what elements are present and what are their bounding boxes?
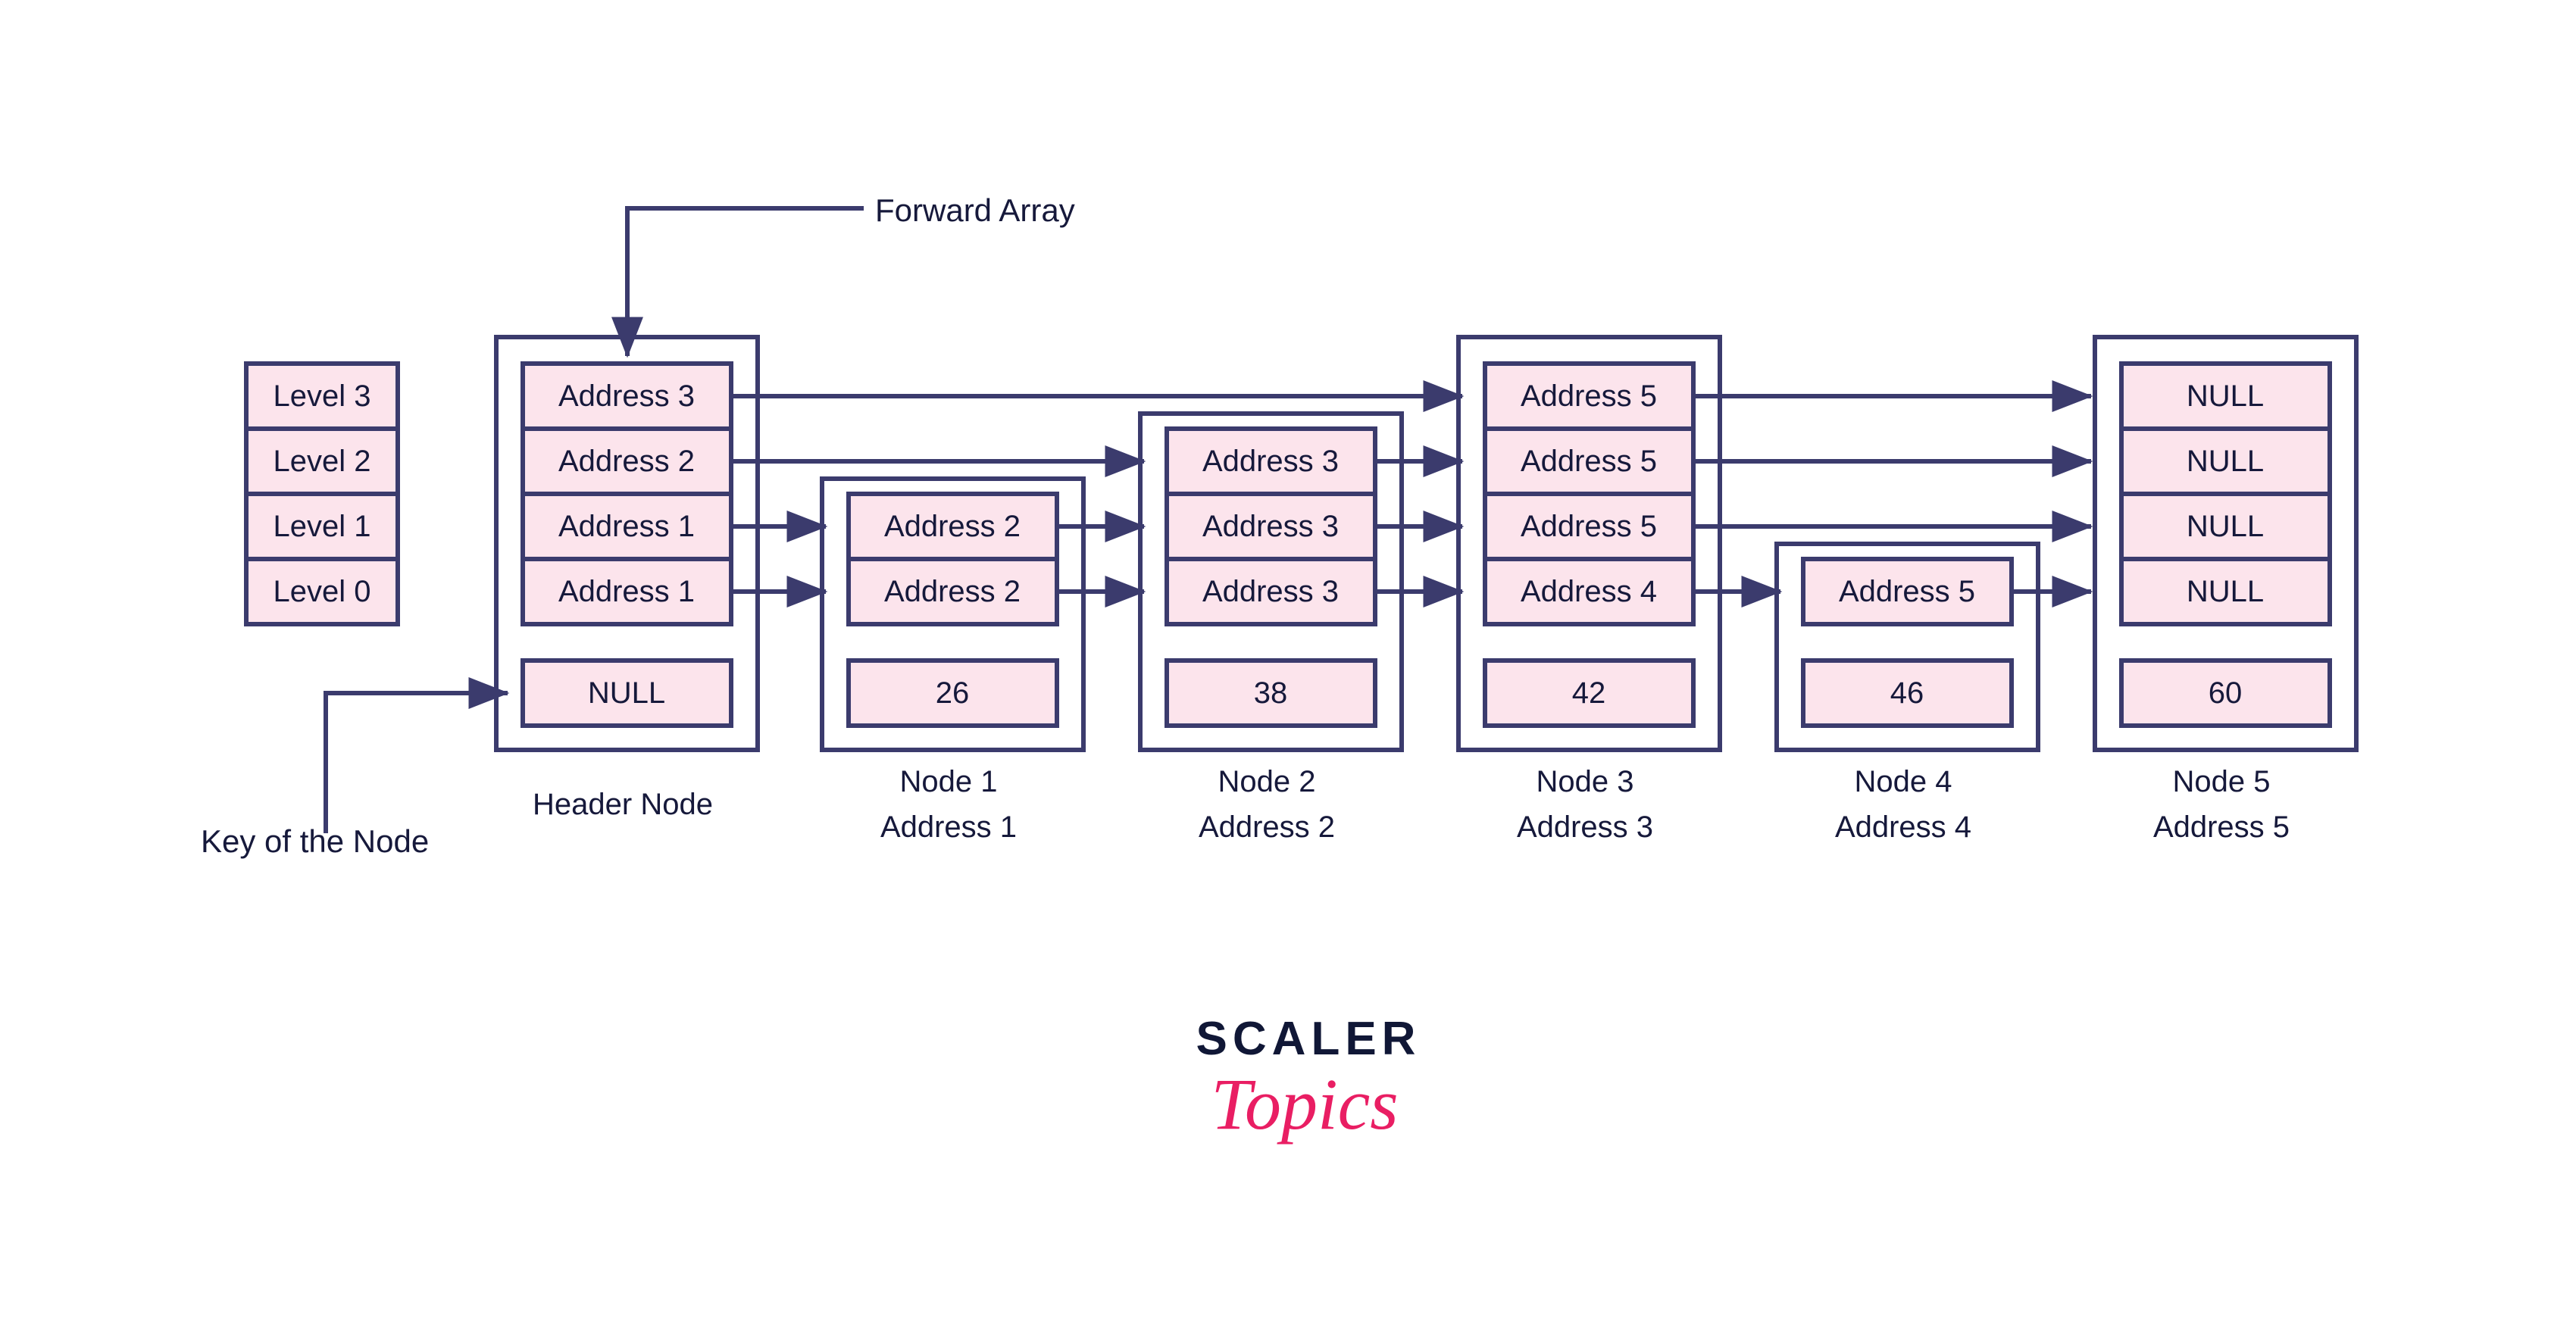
node-header[interactable]: Address 3 Address 2 Address 1 Address 1 …: [494, 335, 760, 821]
logo-topics-text: Topics: [1211, 1063, 1398, 1145]
header-pointer-text-0: Address 1: [558, 575, 695, 608]
skip-list-diagram: Level 3 Level 2 Level 1 Level 0 Forward …: [201, 192, 2359, 1145]
logo-scaler-text: SCALER: [1196, 1013, 1421, 1065]
node4-key-text: 46: [1890, 676, 1924, 710]
node-4[interactable]: Address 5 46 Node 4 Address 4: [1774, 542, 2040, 844]
node2-pointer-text-1: Address 3: [1202, 510, 1339, 543]
node4-pointer-text-0: Address 5: [1839, 575, 1975, 608]
header-pointer-text-2: Address 2: [558, 445, 695, 478]
node-5[interactable]: NULL NULL NULL NULL 60 Node 5 Address 5: [2093, 335, 2359, 844]
header-pointer-text-3: Address 3: [558, 379, 695, 413]
level-label-2: Level 2: [274, 445, 371, 478]
node3-pointer-text-0: Address 4: [1521, 575, 1657, 608]
level-label-1: Level 1: [274, 510, 371, 543]
node2-caption-line2: Address 2: [1199, 810, 1335, 844]
level-label-3: Level 3: [274, 379, 371, 413]
node4-caption-line1: Node 4: [1855, 765, 1952, 798]
node5-pointer-text-2: NULL: [2187, 445, 2264, 478]
node5-pointer-text-1: NULL: [2187, 510, 2264, 543]
forward-array-annotation: Forward Array: [611, 192, 1075, 358]
forward-array-label: Forward Array: [875, 192, 1075, 228]
node1-caption-line2: Address 1: [880, 810, 1017, 844]
diagram-canvas: Level 3 Level 2 Level 1 Level 0 Forward …: [0, 0, 2576, 1318]
node5-key-text: 60: [2209, 676, 2243, 710]
header-key-text: NULL: [588, 676, 665, 710]
node5-pointer-text-3: NULL: [2187, 379, 2264, 413]
key-of-node-label: Key of the Node: [201, 823, 429, 859]
node5-caption-line1: Node 5: [2173, 765, 2271, 798]
node1-caption-line1: Node 1: [900, 765, 998, 798]
node3-caption-line2: Address 3: [1517, 810, 1653, 844]
node-1[interactable]: Address 2 Address 2 26 Node 1 Address 1: [820, 476, 1086, 844]
node2-caption-line1: Node 2: [1218, 765, 1316, 798]
node3-pointer-text-1: Address 5: [1521, 510, 1657, 543]
node3-key-text: 42: [1572, 676, 1606, 710]
node3-pointer-text-3: Address 5: [1521, 379, 1657, 413]
node1-key-text: 26: [936, 676, 970, 710]
scaler-topics-logo: SCALER Topics: [1196, 1013, 1421, 1145]
key-of-node-annotation: Key of the Node: [201, 677, 510, 859]
level-label-0: Level 0: [274, 575, 371, 608]
node3-pointer-text-2: Address 5: [1521, 445, 1657, 478]
node1-pointer-text-1: Address 2: [884, 510, 1021, 543]
node-2[interactable]: Address 3 Address 3 Address 3 38 Node 2 …: [1138, 411, 1404, 844]
node3-caption-line1: Node 3: [1537, 765, 1634, 798]
node2-pointer-text-0: Address 3: [1202, 575, 1339, 608]
node1-pointer-text-0: Address 2: [884, 575, 1021, 608]
node5-caption-line2: Address 5: [2153, 810, 2290, 844]
node2-key-text: 38: [1254, 676, 1288, 710]
header-caption-line1: Header Node: [533, 788, 713, 821]
node5-pointer-text-0: NULL: [2187, 575, 2264, 608]
level-label-column: Level 3 Level 2 Level 1 Level 0: [244, 361, 400, 626]
header-pointer-text-1: Address 1: [558, 510, 695, 543]
node4-caption-line2: Address 4: [1835, 810, 1971, 844]
node-3[interactable]: Address 5 Address 5 Address 5 Address 4 …: [1456, 335, 1722, 844]
node2-pointer-text-2: Address 3: [1202, 445, 1339, 478]
